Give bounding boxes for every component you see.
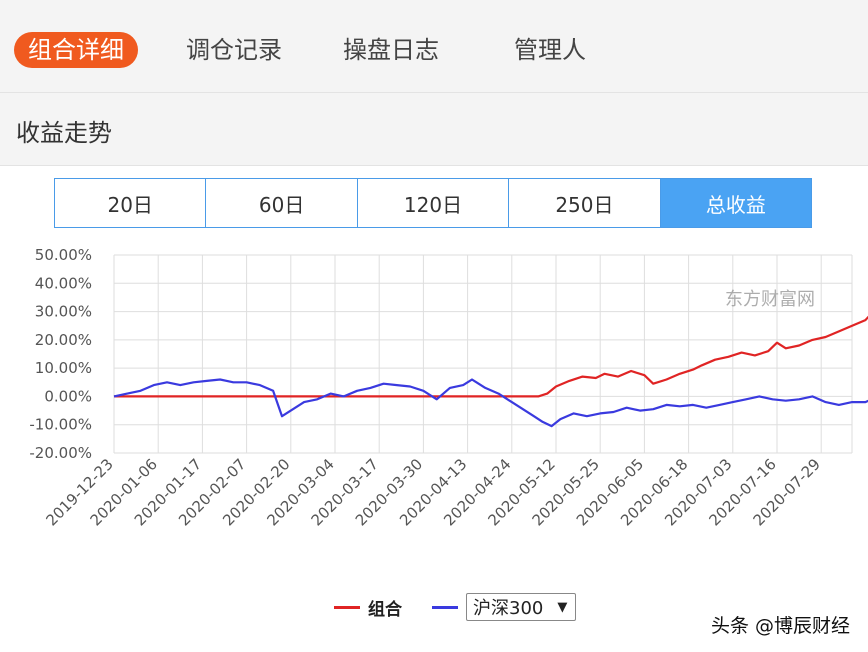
benchmark-select[interactable]: 沪深300 ▼	[466, 593, 577, 621]
tab-trading-log[interactable]: 操盘日志	[343, 32, 439, 68]
y-tick-label: 20.00%	[35, 331, 92, 349]
footer-watermark: 头条 @博辰财经	[710, 615, 850, 637]
y-tick-label: 40.00%	[35, 274, 92, 292]
y-tick-label: 50.00%	[35, 246, 92, 264]
chevron-down-icon: ▼	[557, 599, 568, 615]
legend-item-combo[interactable]: 组合	[334, 592, 402, 622]
y-tick-label: -20.00%	[29, 444, 92, 462]
legend-label-combo: 组合	[368, 599, 402, 620]
section-title: 收益走势	[16, 119, 112, 147]
section-header: 收益走势	[0, 93, 868, 166]
y-tick-label: -10.00%	[29, 416, 92, 434]
range-tab-120d[interactable]: 120日	[357, 179, 510, 227]
range-tab-total-return[interactable]: 总收益	[660, 179, 812, 227]
top-tab-bar: 组合详细 调仓记录 操盘日志 管理人	[0, 0, 868, 92]
benchmark-select-value: 沪深300	[473, 598, 544, 619]
returns-chart: 50.00% 40.00% 30.00% 20.00% 10.00% 0.00% -10.0…	[29, 246, 868, 529]
chart-watermark: 东方财富网	[725, 289, 815, 310]
y-tick-label: 0.00%	[44, 387, 92, 405]
tab-portfolio-detail[interactable]: 组合详细	[14, 32, 138, 68]
range-tab-60d[interactable]: 60日	[206, 179, 358, 227]
range-tab-group: 20日 60日 120日 250日 总收益	[54, 178, 812, 228]
tab-manager[interactable]: 管理人	[514, 32, 586, 68]
legend-item-benchmark[interactable]: 沪深300 ▼	[432, 592, 577, 622]
range-tab-250d[interactable]: 250日	[509, 179, 661, 227]
y-tick-label: 10.00%	[35, 359, 92, 377]
tab-rebalance-records[interactable]: 调仓记录	[186, 32, 282, 68]
range-tab-20d[interactable]: 20日	[55, 179, 207, 227]
legend-swatch-benchmark	[432, 605, 458, 609]
y-tick-label: 30.00%	[35, 303, 92, 321]
legend-swatch-combo	[334, 605, 360, 609]
series-line-hs300	[113, 378, 868, 428]
